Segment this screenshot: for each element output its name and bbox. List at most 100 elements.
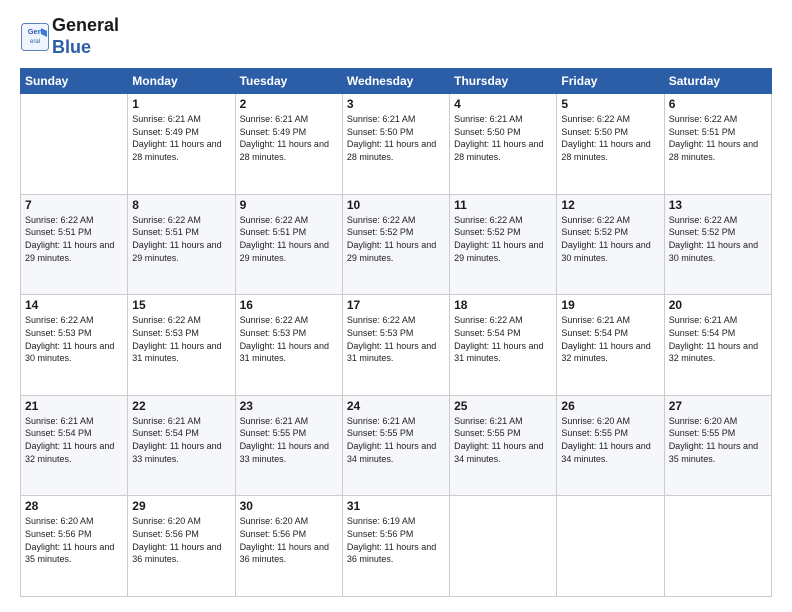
day-cell: 19Sunrise: 6:21 AMSunset: 5:54 PMDayligh… [557,295,664,396]
day-cell [21,94,128,195]
day-cell: 21 Sunrise: 6:21 AMSunset: 5:54 PMDayligh… [21,395,128,496]
day-info: Sunrise: 6:22 AMSunset: 5:53 PMDaylight:… [132,314,230,364]
day-info: Sunrise: 6:22 AMSunset: 5:54 PMDaylight:… [454,314,552,364]
day-header: Monday [128,69,235,94]
day-info: Sunrise: 6:22 AMSunset: 5:52 PMDaylight:… [561,214,659,264]
calendar: SundayMondayTuesdayWednesdayThursdayFrid… [20,68,772,597]
day-info: Sunrise: 6:21 AMSunset: 5:50 PMDaylight:… [347,113,445,163]
day-info: Sunrise: 6:21 AMSunset: 5:55 PMDaylight:… [454,415,552,465]
day-cell: 1 Sunrise: 6:21 AMSunset: 5:49 PMDaylight… [128,94,235,195]
day-header: Thursday [450,69,557,94]
day-number: 6 [669,97,767,111]
day-cell: 26 Sunrise: 6:20 AMSunset: 5:55 PMDayligh… [557,395,664,496]
day-cell: 10Sunrise: 6:22 AMSunset: 5:52 PMDayligh… [342,194,449,295]
day-info: Sunrise: 6:22 AMSunset: 5:51 PMDaylight:… [132,214,230,264]
day-info: Sunrise: 6:22 AMSunset: 5:51 PMDaylight:… [25,214,123,264]
day-number: 24 [347,399,445,413]
day-info: Sunrise: 6:19 AMSunset: 5:56 PMDaylight:… [347,515,445,565]
day-info: Sunrise: 6:22 AMSunset: 5:53 PMDaylight:… [240,314,338,364]
logo-text: GeneralBlue [52,15,119,58]
day-number: 29 [132,499,230,513]
day-header: Wednesday [342,69,449,94]
day-header: Friday [557,69,664,94]
day-info: Sunrise: 6:21 AMSunset: 5:54 PMDaylight:… [25,415,123,465]
day-number: 22 [132,399,230,413]
day-cell: 30 Sunrise: 6:20 AMSunset: 5:56 PMDayligh… [235,496,342,597]
day-number: 11 [454,198,552,212]
day-cell: 11 Sunrise: 6:22 AMSunset: 5:52 PMDayligh… [450,194,557,295]
day-number: 13 [669,198,767,212]
day-header: Tuesday [235,69,342,94]
day-number: 7 [25,198,123,212]
day-number: 28 [25,499,123,513]
day-info: Sunrise: 6:22 AMSunset: 5:52 PMDaylight:… [669,214,767,264]
week-row: 28 Sunrise: 6:20 AMSunset: 5:56 PMDayligh… [21,496,772,597]
day-number: 30 [240,499,338,513]
logo: Gen eral GeneralBlue [20,15,119,58]
day-cell: 5 Sunrise: 6:22 AMSunset: 5:50 PMDaylight… [557,94,664,195]
day-number: 18 [454,298,552,312]
day-cell: 12 Sunrise: 6:22 AMSunset: 5:52 PMDayligh… [557,194,664,295]
day-cell: 31 Sunrise: 6:19 AMSunset: 5:56 PMDayligh… [342,496,449,597]
day-info: Sunrise: 6:22 AMSunset: 5:52 PMDaylight:… [454,214,552,264]
day-number: 15 [132,298,230,312]
day-cell: 20Sunrise: 6:21 AMSunset: 5:54 PMDayligh… [664,295,771,396]
day-cell: 18 Sunrise: 6:22 AMSunset: 5:54 PMDayligh… [450,295,557,396]
day-cell: 3 Sunrise: 6:21 AMSunset: 5:50 PMDaylight… [342,94,449,195]
header: Gen eral GeneralBlue [20,15,772,58]
day-number: 1 [132,97,230,111]
day-header: Sunday [21,69,128,94]
day-cell: 24 Sunrise: 6:21 AMSunset: 5:55 PMDayligh… [342,395,449,496]
day-number: 26 [561,399,659,413]
day-number: 12 [561,198,659,212]
day-number: 31 [347,499,445,513]
week-row: 14 Sunrise: 6:22 AMSunset: 5:53 PMDayligh… [21,295,772,396]
day-number: 2 [240,97,338,111]
day-cell: 9 Sunrise: 6:22 AMSunset: 5:51 PMDaylight… [235,194,342,295]
day-info: Sunrise: 6:21 AMSunset: 5:54 PMDaylight:… [132,415,230,465]
day-number: 4 [454,97,552,111]
day-info: Sunrise: 6:22 AMSunset: 5:51 PMDaylight:… [669,113,767,163]
day-info: Sunrise: 6:21 AMSunset: 5:55 PMDaylight:… [347,415,445,465]
day-cell: 4 Sunrise: 6:21 AMSunset: 5:50 PMDaylight… [450,94,557,195]
week-row: 21 Sunrise: 6:21 AMSunset: 5:54 PMDayligh… [21,395,772,496]
day-info: Sunrise: 6:20 AMSunset: 5:55 PMDaylight:… [561,415,659,465]
day-info: Sunrise: 6:21 AMSunset: 5:54 PMDaylight:… [561,314,659,364]
day-number: 21 [25,399,123,413]
day-info: Sunrise: 6:21 AMSunset: 5:49 PMDaylight:… [132,113,230,163]
day-info: Sunrise: 6:21 AMSunset: 5:50 PMDaylight:… [454,113,552,163]
day-number: 5 [561,97,659,111]
day-cell [450,496,557,597]
day-number: 14 [25,298,123,312]
day-number: 9 [240,198,338,212]
day-number: 16 [240,298,338,312]
day-cell: 7 Sunrise: 6:22 AMSunset: 5:51 PMDaylight… [21,194,128,295]
day-number: 17 [347,298,445,312]
day-cell: 2Sunrise: 6:21 AMSunset: 5:49 PMDaylight… [235,94,342,195]
logo-icon: Gen eral [20,22,50,52]
day-info: Sunrise: 6:22 AMSunset: 5:52 PMDaylight:… [347,214,445,264]
day-info: Sunrise: 6:22 AMSunset: 5:51 PMDaylight:… [240,214,338,264]
day-number: 23 [240,399,338,413]
day-info: Sunrise: 6:21 AMSunset: 5:55 PMDaylight:… [240,415,338,465]
svg-text:eral: eral [30,39,40,45]
svg-text:Gen: Gen [28,27,43,36]
day-info: Sunrise: 6:22 AMSunset: 5:50 PMDaylight:… [561,113,659,163]
header-row: SundayMondayTuesdayWednesdayThursdayFrid… [21,69,772,94]
day-number: 25 [454,399,552,413]
day-cell: 15 Sunrise: 6:22 AMSunset: 5:53 PMDayligh… [128,295,235,396]
week-row: 1 Sunrise: 6:21 AMSunset: 5:49 PMDaylight… [21,94,772,195]
day-cell: 29 Sunrise: 6:20 AMSunset: 5:56 PMDayligh… [128,496,235,597]
day-info: Sunrise: 6:22 AMSunset: 5:53 PMDaylight:… [25,314,123,364]
week-row: 7 Sunrise: 6:22 AMSunset: 5:51 PMDaylight… [21,194,772,295]
day-cell: 6 Sunrise: 6:22 AMSunset: 5:51 PMDaylight… [664,94,771,195]
day-info: Sunrise: 6:20 AMSunset: 5:55 PMDaylight:… [669,415,767,465]
day-cell: 28Sunrise: 6:20 AMSunset: 5:56 PMDayligh… [21,496,128,597]
day-header: Saturday [664,69,771,94]
day-cell: 14 Sunrise: 6:22 AMSunset: 5:53 PMDayligh… [21,295,128,396]
day-number: 20 [669,298,767,312]
day-number: 3 [347,97,445,111]
day-info: Sunrise: 6:20 AMSunset: 5:56 PMDaylight:… [240,515,338,565]
day-cell [664,496,771,597]
day-info: Sunrise: 6:20 AMSunset: 5:56 PMDaylight:… [132,515,230,565]
